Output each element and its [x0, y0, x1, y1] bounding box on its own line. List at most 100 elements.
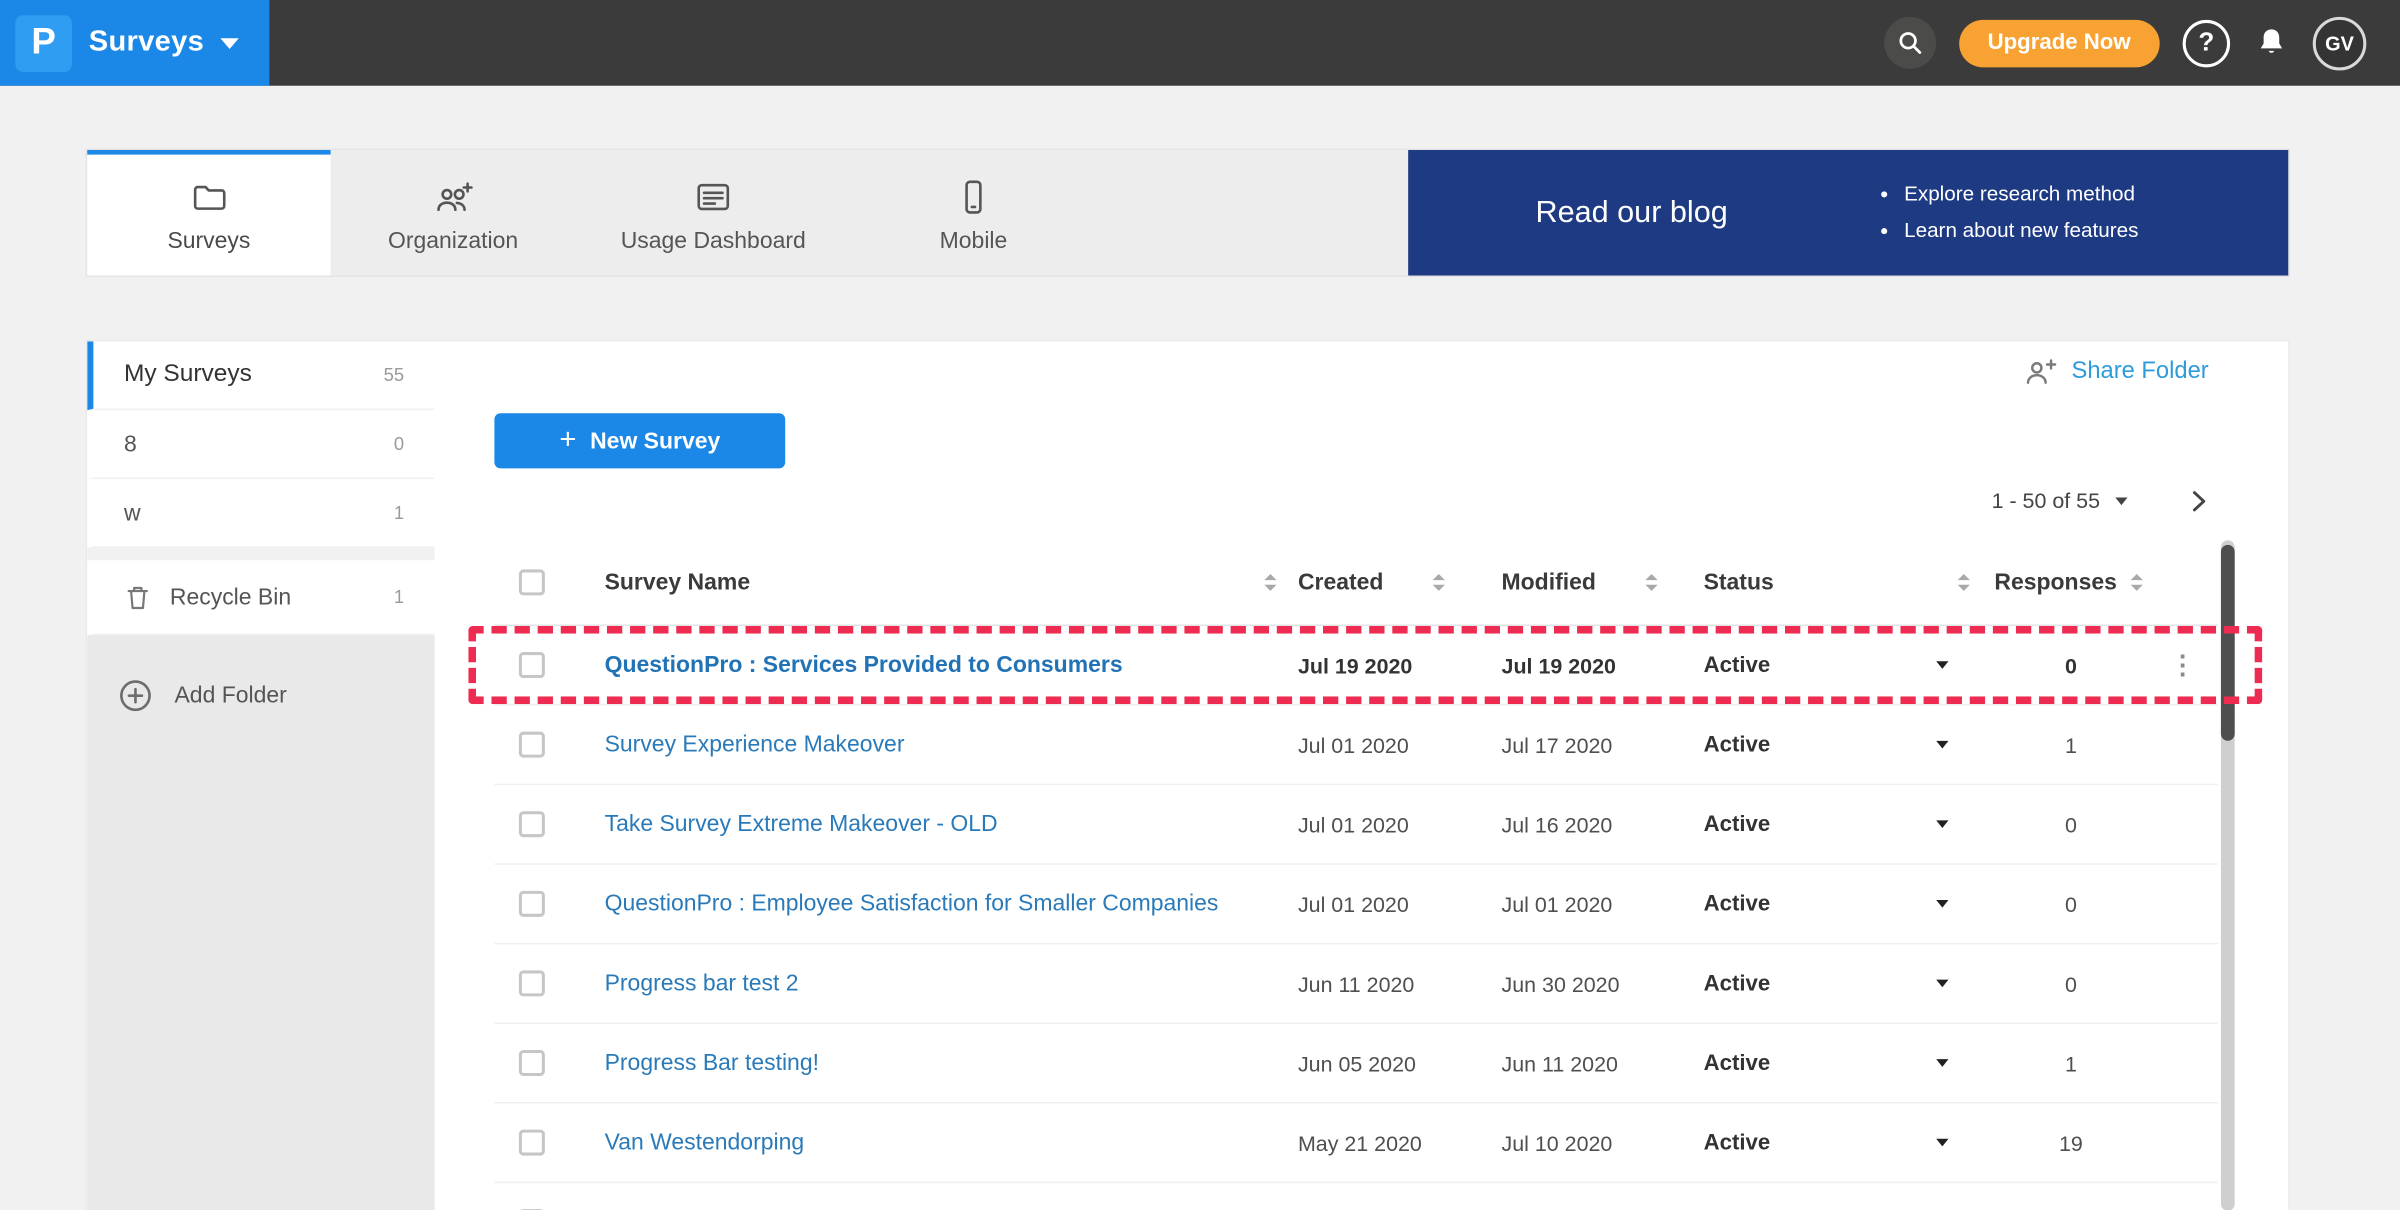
promo-bullet: Explore research method — [1904, 176, 2288, 213]
row-checkbox[interactable] — [519, 1130, 545, 1156]
created-cell: Jul 01 2020 — [1298, 732, 1502, 756]
status-dropdown[interactable]: Active — [1704, 1130, 1995, 1154]
add-folder-button[interactable]: Add Folder — [87, 660, 434, 730]
folder-count: 55 — [384, 364, 404, 385]
sort-icon[interactable] — [2131, 574, 2143, 590]
tab-label: Usage Dashboard — [621, 227, 806, 253]
sort-icon[interactable] — [1958, 574, 1970, 590]
tab-label: Organization — [388, 227, 518, 253]
chevron-down-icon[interactable] — [2115, 497, 2127, 505]
column-header-modified[interactable]: Modified — [1502, 569, 1596, 595]
chevron-down-icon — [221, 37, 239, 48]
row-checkbox[interactable] — [519, 732, 545, 758]
promo-title[interactable]: Read our blog — [1408, 195, 1855, 230]
tab-mobile[interactable]: Mobile — [851, 150, 1096, 276]
modified-cell: Jun 30 2020 — [1502, 971, 1704, 995]
status-dropdown[interactable]: Active — [1704, 732, 1995, 756]
sidebar-item-my-surveys[interactable]: My Surveys 55 — [87, 341, 434, 410]
table-row: Email test May 20 2020 May 20 2020 Activ… — [494, 1183, 2217, 1210]
promo-bullet: Learn about new features — [1904, 213, 2288, 250]
column-header-survey-name[interactable]: Survey Name — [605, 569, 751, 595]
status-label: Active — [1704, 892, 1771, 916]
survey-name-link[interactable]: QuestionPro : Services Provided to Consu… — [605, 652, 1123, 678]
section-tabs: Surveys Organization Usage Dashboard — [86, 148, 2290, 277]
column-header-created[interactable]: Created — [1298, 569, 1383, 595]
status-label: Active — [1704, 1051, 1771, 1075]
people-plus-icon — [432, 177, 475, 217]
responses-cell: 19 — [1994, 1130, 2147, 1154]
surveys-table: Survey Name Created Modified Status — [494, 540, 2217, 1210]
table-row: QuestionPro : Services Provided to Consu… — [494, 626, 2217, 706]
status-dropdown[interactable]: Active — [1704, 653, 1995, 677]
new-survey-label: New Survey — [590, 428, 720, 454]
main-card: My Surveys 55 8 0 w 1 Recycle Bin 1 — [86, 340, 2290, 1210]
status-dropdown[interactable]: Active — [1704, 892, 1995, 916]
row-checkbox[interactable] — [519, 811, 545, 837]
status-dropdown[interactable]: Active — [1704, 1051, 1995, 1075]
content-area: Share Folder + New Survey 1 - 50 of 55 — [435, 341, 2289, 1210]
tab-usage-dashboard[interactable]: Usage Dashboard — [576, 150, 852, 276]
table-scrollbar[interactable] — [2221, 540, 2235, 1210]
chevron-down-icon — [1936, 820, 1948, 828]
chevron-down-icon — [1936, 741, 1948, 749]
sort-icon[interactable] — [1432, 574, 1444, 590]
survey-name-link[interactable]: Van Westendorping — [605, 1130, 805, 1156]
trash-icon — [124, 582, 152, 611]
select-all-checkbox[interactable] — [519, 569, 545, 595]
survey-name-link[interactable]: Take Survey Extreme Makeover - OLD — [605, 811, 998, 837]
status-dropdown[interactable]: Active — [1704, 812, 1995, 836]
add-folder-label: Add Folder — [174, 682, 286, 708]
new-survey-button[interactable]: + New Survey — [494, 413, 785, 468]
folder-count: 0 — [394, 433, 404, 454]
product-label: Surveys — [89, 26, 204, 60]
created-cell: Jul 01 2020 — [1298, 892, 1502, 916]
folder-icon — [189, 177, 229, 217]
next-page-button[interactable] — [2186, 487, 2212, 513]
tab-surveys[interactable]: Surveys — [87, 150, 330, 276]
row-checkbox[interactable] — [519, 970, 545, 996]
row-checkbox[interactable] — [519, 891, 545, 917]
modified-cell: Jul 19 2020 — [1502, 653, 1704, 677]
avatar[interactable]: GV — [2313, 16, 2367, 70]
survey-name-link[interactable]: Progress Bar testing! — [605, 1050, 819, 1076]
survey-name-link[interactable]: Progress bar test 2 — [605, 970, 799, 996]
sidebar-item-recycle-bin[interactable]: Recycle Bin 1 — [87, 560, 434, 635]
help-button[interactable]: ? — [2183, 19, 2230, 66]
column-header-status[interactable]: Status — [1704, 569, 1774, 595]
topbar-actions: Upgrade Now ? GV — [1883, 16, 2400, 70]
upgrade-now-button[interactable]: Upgrade Now — [1958, 19, 2159, 66]
chevron-down-icon — [1936, 661, 1948, 669]
sidebar-item-w[interactable]: w 1 — [87, 479, 434, 548]
tab-label: Mobile — [940, 227, 1008, 253]
row-checkbox[interactable] — [519, 1050, 545, 1076]
status-label: Active — [1704, 1130, 1771, 1154]
survey-name-link[interactable]: QuestionPro : Employee Satisfaction for … — [605, 891, 1219, 917]
search-icon — [1896, 29, 1924, 57]
sidebar-item-8[interactable]: 8 0 — [87, 410, 434, 479]
chevron-down-icon — [1936, 1139, 1948, 1147]
sort-icon[interactable] — [1264, 574, 1276, 590]
topbar: P Surveys Upgrade Now ? — [0, 0, 2400, 86]
survey-name-link[interactable]: Survey Experience Makeover — [605, 732, 905, 758]
product-switcher[interactable]: P Surveys — [0, 0, 270, 86]
status-dropdown[interactable]: Active — [1704, 971, 1995, 995]
pagination-range[interactable]: 1 - 50 of 55 — [1992, 488, 2100, 512]
row-checkbox[interactable] — [519, 652, 545, 678]
kebab-menu-icon[interactable]: ⋮ — [2170, 652, 2196, 678]
scrollbar-thumb[interactable] — [2221, 545, 2235, 741]
column-header-responses[interactable]: Responses — [1994, 569, 2117, 595]
dashboard-icon — [693, 177, 733, 217]
logo-letter: P — [31, 21, 56, 64]
person-plus-icon — [2023, 357, 2058, 388]
responses-cell: 0 — [1994, 653, 2147, 677]
sort-icon[interactable] — [1645, 574, 1657, 590]
folder-count: 1 — [394, 502, 404, 523]
tab-organization[interactable]: Organization — [331, 150, 576, 276]
search-button[interactable] — [1883, 17, 1935, 69]
upgrade-label: Upgrade Now — [1988, 31, 2131, 55]
bell-icon — [2253, 24, 2290, 61]
notifications-button[interactable] — [2253, 24, 2290, 61]
share-folder-button[interactable]: Share Folder — [2023, 357, 2209, 388]
created-cell: Jun 05 2020 — [1298, 1051, 1502, 1075]
status-label: Active — [1704, 653, 1771, 677]
